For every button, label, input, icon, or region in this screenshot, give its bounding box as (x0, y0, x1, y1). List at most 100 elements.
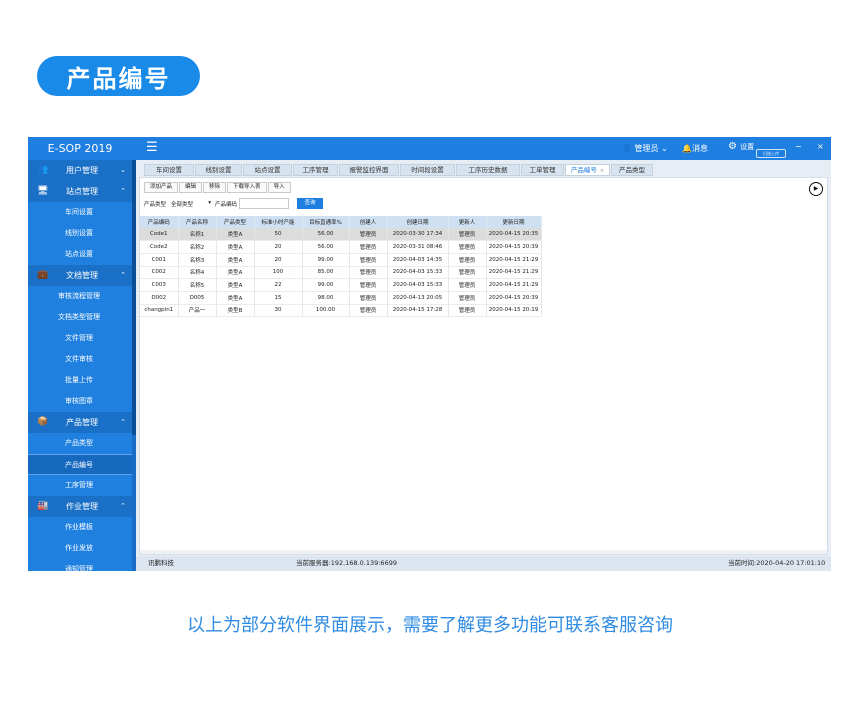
sidebar-item[interactable]: 审核流程管理 (28, 286, 132, 307)
sidebar-item[interactable]: 批量上传 (28, 370, 132, 391)
tab-2[interactable]: 站点设置 (243, 164, 292, 176)
table-cell: 99.00 (302, 278, 350, 292)
current-time: 当前时间:2020-04-20 17:01:10 (728, 559, 826, 567)
sidebar-item[interactable]: 站点设置 (28, 244, 132, 265)
type-select[interactable]: 全部类型 ▾ (171, 200, 211, 208)
table-cell: 2020-04-13 20:05 (387, 291, 449, 305)
column-header[interactable]: 更新人 (448, 216, 487, 228)
toolbar-button-1[interactable]: 编辑 (179, 182, 203, 193)
table-cell: 2020-04-15 21:29 (486, 253, 542, 267)
toolbar-button-2[interactable]: 移除 (203, 182, 227, 193)
table-cell: 50 (254, 228, 303, 242)
column-header[interactable]: 产品类型 (216, 216, 255, 228)
table-cell: C002 (140, 266, 179, 280)
company-name: 讯鹏科技 (148, 559, 174, 567)
table-row[interactable]: D002 D005 类型A 15 98.00 管理员 2020-04-13 20:05 管理员… (140, 291, 542, 305)
table-cell: 2020-04-03 15:33 (387, 278, 449, 292)
table-cell: 2020-04-15 21:29 (486, 278, 542, 292)
sidebar-group-0[interactable]: 👥 用户管理 ⌄ (28, 160, 132, 181)
column-header[interactable]: 标准小时产能 (254, 216, 303, 228)
table-row[interactable]: C001 名称3 类型A 20 99.00 管理员 2020-04-03 14:35 管理员 2… (140, 253, 542, 267)
tab-8[interactable]: 产品编号 × (565, 164, 610, 176)
factory-icon: 🏭 (37, 501, 49, 511)
tab-7[interactable]: 工单管理 (521, 164, 564, 176)
toolbar-button-4[interactable]: 导入 (267, 182, 291, 193)
column-header[interactable]: 创建日期 (387, 216, 449, 228)
table-cell: 2020-04-15 17:28 (387, 304, 449, 318)
tab-label: 时间段设置 (411, 166, 444, 174)
column-header[interactable]: 产品名称 (178, 216, 217, 228)
sidebar-group-3[interactable]: 📦 产品管理 ⌃ (28, 412, 132, 433)
column-header[interactable]: 产品编码 (140, 216, 179, 228)
chevron-icon: ⌃ (120, 418, 126, 426)
admin-label: 管理员 (634, 144, 659, 153)
code-input[interactable] (239, 198, 290, 209)
sidebar-item[interactable]: 文件管理 (28, 328, 132, 349)
table-cell: 15 (254, 291, 303, 305)
type-filter-label: 产品类型 (144, 201, 167, 208)
tab-4[interactable]: 报警监控界面 (339, 164, 399, 176)
tab-6[interactable]: 工序历史数据 (456, 164, 520, 176)
monitor-icon: 🖥 (37, 186, 49, 196)
page: 产品编号 E-SOP 2019 ☰ 👤 管理员 ⌄ 🔔消息 ⚙ 设置 扫描上传 … (0, 0, 860, 704)
sidebar-group-label: 产品管理 (66, 418, 98, 427)
sidebar-item[interactable]: 文件审核 (28, 349, 132, 370)
tab-9[interactable]: 产品类型 (611, 164, 653, 176)
table-cell: 管理员 (349, 253, 388, 267)
tab-label: 工序管理 (302, 166, 329, 174)
tab-label: 工序历史数据 (468, 166, 508, 174)
table-scrollbar[interactable] (140, 550, 827, 554)
column-header[interactable]: 目标直通率% (302, 216, 350, 228)
column-header[interactable]: 更新日期 (486, 216, 542, 228)
table-cell: 56.00 (302, 228, 350, 242)
users-icon: 👥 (37, 165, 49, 175)
sidebar-item[interactable]: 作业模板 (28, 517, 132, 538)
table-header: 产品编码 产品名称 产品类型 标准小时产能 目标直通率% 创建人 创建日期 更新人 更新日期 (140, 216, 542, 228)
toolbar-button-3[interactable]: 下载导入表 (227, 182, 267, 193)
tab-close-icon[interactable]: × (600, 168, 604, 174)
sidebar: 👥 用户管理 ⌄ 🖥 站点管理 ⌃ 车间设置 线别设置 站点设置 💼 文档管理 ⌃ 审核流程管理 文档类型… (28, 160, 132, 571)
sidebar-item[interactable]: 工序管理 (28, 475, 132, 496)
sidebar-group-2[interactable]: 💼 文档管理 ⌃ (28, 265, 132, 286)
sidebar-item[interactable]: 审核图章 (28, 391, 132, 412)
admin-menu[interactable]: 👤 管理员 ⌄ (622, 143, 668, 154)
messages-button[interactable]: 🔔消息 (682, 143, 708, 154)
sidebar-group-label: 文档管理 (66, 271, 98, 280)
minimize-button[interactable]: − (795, 142, 802, 151)
table-row[interactable]: Code1 名称1 类型A 50 56.00 管理员 2020-03-30 17:34 管理员… (140, 228, 542, 242)
table-cell: 类型A (216, 240, 255, 254)
settings-button[interactable]: ⚙ 设置 (728, 141, 754, 152)
table-cell: 22 (254, 278, 303, 292)
table-row[interactable]: C003 名称5 类型A 22 99.00 管理员 2020-04-03 15:33 管理员 2… (140, 278, 542, 292)
tab-3[interactable]: 工序管理 (293, 164, 338, 176)
table-cell: 类型A (216, 266, 255, 280)
sidebar-item[interactable]: 通知管理 (28, 559, 132, 571)
column-header[interactable]: 创建人 (349, 216, 388, 228)
scan-upload-button[interactable]: 扫描上传 (756, 149, 786, 158)
sidebar-item[interactable]: 产品编号 (28, 454, 132, 475)
table-row[interactable]: changpin1 产品一 类型B 30 100.00 管理员 2020-04-15 17:… (140, 304, 542, 318)
table-row[interactable]: C002 名称4 类型A 100 85.00 管理员 2020-04-03 15:33 管理员… (140, 266, 542, 280)
sidebar-group-4[interactable]: 🏭 作业管理 ⌃ (28, 496, 132, 517)
sidebar-item[interactable]: 线别设置 (28, 223, 132, 244)
query-button[interactable]: 查询 (297, 198, 324, 209)
sidebar-item[interactable]: 车间设置 (28, 202, 132, 223)
tab-1[interactable]: 线别设置 (195, 164, 242, 176)
close-button[interactable]: × (817, 142, 824, 151)
table-cell: 管理员 (448, 291, 487, 305)
play-icon[interactable]: ▶ (809, 182, 823, 196)
table-cell: 类型A (216, 253, 255, 267)
sidebar-item[interactable]: 产品类型 (28, 433, 132, 454)
sidebar-item[interactable]: 作业发放 (28, 538, 132, 559)
filter-bar: 产品类型 全部类型 ▾ 产品编码 查询 (144, 198, 324, 209)
tab-0[interactable]: 车间设置 (144, 164, 194, 176)
table-row[interactable]: Code2 名称2 类型A 20 56.00 管理员 2020-03-31 08:46 管理员… (140, 240, 542, 254)
hamburger-menu-icon[interactable]: ☰ (146, 140, 158, 156)
tab-5[interactable]: 时间段设置 (400, 164, 455, 176)
toolbar-button-0[interactable]: 添加产品 (144, 182, 179, 193)
sidebar-group-1[interactable]: 🖥 站点管理 ⌃ (28, 181, 132, 202)
table-cell: 2020-03-31 08:46 (387, 240, 449, 254)
table-cell: 56.00 (302, 240, 350, 254)
sidebar-item[interactable]: 文档类型管理 (28, 307, 132, 328)
tab-label: 产品类型 (619, 166, 645, 174)
